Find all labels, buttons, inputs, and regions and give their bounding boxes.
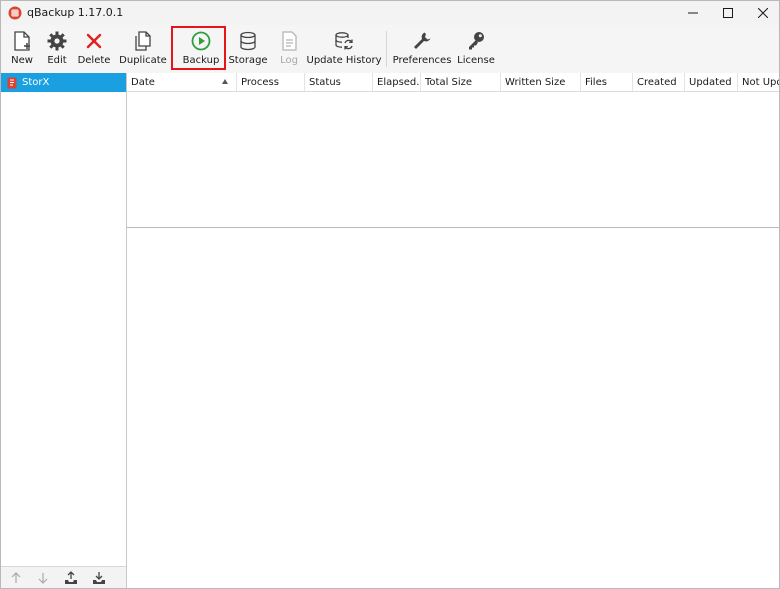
app-window: qBackup 1.17.0.1 New Edit Delete Duplica… — [0, 0, 780, 589]
update-history-button[interactable]: Update History — [307, 27, 382, 69]
history-table: Date Process Status Elapsed... Total Siz… — [127, 73, 779, 228]
column-header-not-updated[interactable]: Not Upd... — [738, 73, 779, 91]
backup-set-icon — [7, 77, 17, 88]
update-history-label: Update History — [306, 55, 382, 66]
backup-button[interactable]: Backup — [182, 27, 220, 69]
column-header-updated[interactable]: Updated — [685, 73, 738, 91]
duplicate-label: Duplicate — [119, 55, 167, 66]
license-button[interactable]: License — [457, 27, 495, 69]
column-header-total-size[interactable]: Total Size — [421, 73, 501, 91]
toolbar-separator — [386, 31, 387, 67]
storage-label: Storage — [228, 55, 268, 66]
preferences-label: Preferences — [392, 55, 452, 66]
move-up-arrow-icon[interactable] — [8, 570, 24, 586]
maximize-icon — [722, 8, 733, 18]
import-icon[interactable] — [91, 570, 107, 586]
delete-button[interactable]: Delete — [77, 27, 111, 69]
column-header-status[interactable]: Status — [305, 73, 373, 91]
backup-set-label: StorX — [22, 77, 50, 88]
column-header-written-size[interactable]: Written Size — [501, 73, 581, 91]
database-icon — [240, 31, 256, 51]
close-icon — [757, 8, 768, 18]
log-document-icon — [282, 31, 297, 51]
preferences-button[interactable]: Preferences — [393, 27, 451, 69]
new-document-icon — [14, 31, 30, 51]
close-button[interactable] — [745, 1, 779, 25]
backup-set-list: StorX — [1, 73, 127, 588]
delete-x-icon — [86, 33, 102, 49]
log-button[interactable]: Log — [277, 27, 301, 69]
delete-label: Delete — [77, 55, 111, 66]
new-button[interactable]: New — [10, 27, 34, 69]
column-header-process[interactable]: Process — [237, 73, 305, 91]
duplicate-icon — [135, 31, 151, 51]
log-label: Log — [280, 55, 298, 66]
title-bar: qBackup 1.17.0.1 — [1, 1, 779, 25]
storage-button[interactable]: Storage — [228, 27, 268, 69]
sort-ascending-icon — [222, 79, 228, 84]
duplicate-button[interactable]: Duplicate — [119, 27, 167, 69]
backup-set-footer — [1, 566, 126, 588]
column-header-files[interactable]: Files — [581, 73, 633, 91]
column-header-date[interactable]: Date — [127, 73, 237, 91]
edit-label: Edit — [47, 55, 67, 66]
table-header: Date Process Status Elapsed... Total Siz… — [127, 73, 779, 92]
toolbar: New Edit Delete Duplicate Backup Storage… — [1, 25, 779, 74]
edit-button[interactable]: Edit — [45, 27, 69, 69]
detail-pane — [127, 228, 779, 588]
key-icon — [469, 32, 484, 50]
app-logo-icon — [8, 6, 22, 20]
move-down-arrow-icon[interactable] — [35, 570, 51, 586]
window-title: qBackup 1.17.0.1 — [27, 6, 124, 19]
wrench-icon — [414, 32, 431, 49]
minimize-button[interactable] — [675, 1, 710, 25]
maximize-button[interactable] — [710, 1, 745, 25]
export-icon[interactable] — [63, 570, 79, 586]
backup-set-item[interactable]: StorX — [1, 73, 126, 92]
backup-label: Backup — [182, 55, 220, 66]
column-header-elapsed[interactable]: Elapsed... — [373, 73, 421, 91]
play-circle-icon — [191, 31, 211, 51]
update-history-icon — [335, 32, 353, 50]
gear-icon — [47, 31, 67, 51]
minimize-icon — [687, 12, 698, 14]
column-header-created[interactable]: Created — [633, 73, 685, 91]
license-label: License — [457, 55, 495, 66]
new-label: New — [11, 55, 33, 66]
